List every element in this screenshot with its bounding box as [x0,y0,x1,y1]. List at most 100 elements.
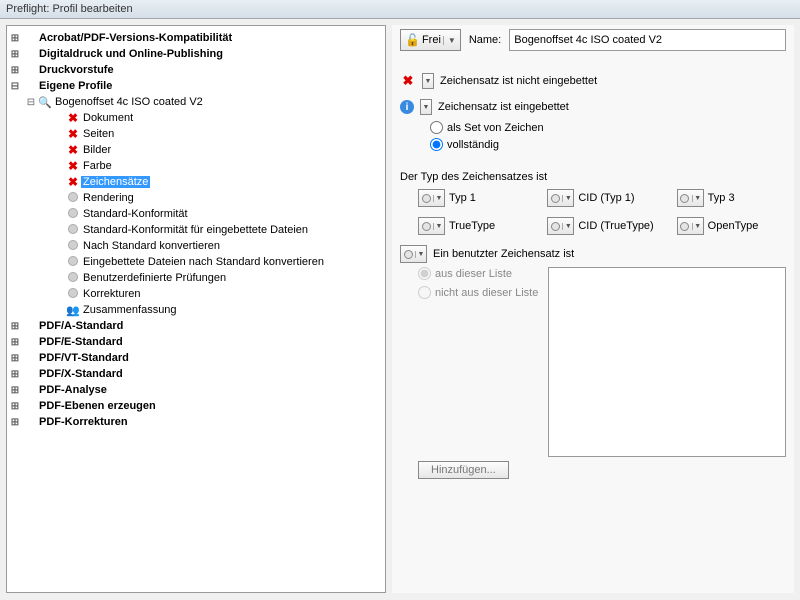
radio-subset-label: als Set von Zeichen [447,122,544,134]
tree-item-label: Seiten [81,128,116,140]
used-font-toggle[interactable]: ▼ [400,245,427,263]
error-icon: ✖ [68,111,78,125]
tree-item[interactable]: ⊞ PDF-Analyse [7,382,385,398]
idle-icon [68,192,78,202]
tree-item-label: Dokument [81,112,135,124]
expand-icon[interactable]: ⊟ [25,97,37,108]
profile-name-input[interactable] [509,29,786,51]
expand-icon[interactable]: ⊞ [9,33,21,44]
tree-item[interactable]: ⊞Acrobat/PDF-Versions-Kompatibilität [7,30,385,46]
name-field-label: Name: [469,34,501,46]
font-type-toggle[interactable]: ▼ [677,217,704,235]
font-type-toggle[interactable]: ▼ [547,217,574,235]
tree-item[interactable]: ✖Bilder [7,142,385,158]
tree-item-label: Zeichensätze [81,176,150,188]
font-list[interactable] [548,267,786,457]
tree-item[interactable]: ✖Zeichensätze [7,174,385,190]
tree-item[interactable]: Korrekturen [7,286,385,302]
tree-item[interactable]: Nach Standard konvertieren [7,238,385,254]
profile-tree[interactable]: ⊞Acrobat/PDF-Versions-Kompatibilität⊞Dig… [6,25,386,593]
tree-item[interactable]: ⊟Eigene Profile [7,78,385,94]
expand-icon[interactable]: ⊞ [9,401,21,412]
tree-item[interactable]: ✖Dokument [7,110,385,126]
radio-from-list-label: aus dieser Liste [435,268,512,280]
check-embedded-label: Zeichensatz ist eingebettet [438,101,569,113]
tree-item-label: Bilder [81,144,113,156]
expand-icon[interactable]: ⊞ [9,337,21,348]
font-type-label: CID (TrueType) [578,220,653,232]
tree-item-label: PDF/X-Standard [37,368,125,380]
tree-item[interactable]: ⊞PDF-Ebenen erzeugen [7,398,385,414]
tree-item-label: PDF/E-Standard [37,336,125,348]
tree-item-label: PDF-Korrekturen [37,416,130,428]
tree-item[interactable]: Standard-Konformität für eingebettete Da… [7,222,385,238]
font-type-label: CID (Typ 1) [578,192,634,204]
tree-item-label: Digitaldruck und Online-Publishing [37,48,225,60]
radio-not-from-list-label: nicht aus dieser Liste [435,287,538,299]
idle-icon [68,288,78,298]
expand-icon[interactable]: ⊞ [9,321,21,332]
expand-icon[interactable]: ⊞ [9,353,21,364]
tree-item[interactable]: ✖Farbe [7,158,385,174]
expand-icon[interactable]: ⊞ [9,369,21,380]
tree-item[interactable]: Rendering [7,190,385,206]
radio-from-list [418,267,431,280]
tree-item[interactable]: ⊞Druckvorstufe [7,62,385,78]
expand-icon[interactable]: ⊞ [9,417,21,428]
used-font-header: Ein benutzter Zeichensatz ist [433,248,574,260]
lock-dropdown[interactable]: 🔓 Frei ▼ [400,29,461,51]
chevron-down-icon: ▼ [443,36,456,45]
tree-item-label: Standard-Konformität [81,208,190,220]
font-type-label: TrueType [449,220,495,232]
font-type-toggle[interactable]: ▼ [677,189,704,207]
expand-icon[interactable]: ⊟ [9,81,21,92]
tree-item[interactable]: ⊞ PDF/E-Standard [7,334,385,350]
tree-item[interactable]: ⊞ PDF/X-Standard [7,366,385,382]
tree-item-label: Zusammenfassung [81,304,179,316]
font-type-toggle[interactable]: ▼ [547,189,574,207]
tree-item[interactable]: ⊞ Digitaldruck und Online-Publishing [7,46,385,62]
severity-dropdown[interactable]: ▼ [420,99,432,115]
tree-item[interactable]: 👥Zusammenfassung [7,302,385,318]
radio-subset[interactable] [430,121,443,134]
tree-item-label: PDF/A-Standard [37,320,125,332]
tree-item[interactable]: ✖Seiten [7,126,385,142]
tree-item[interactable]: ⊟🔍Bogenoffset 4c ISO coated V2 [7,94,385,110]
font-type-label: OpenType [708,220,759,232]
tree-item[interactable]: Standard-Konformität [7,206,385,222]
add-button[interactable]: Hinzufügen... [418,461,509,479]
idle-icon [68,208,78,218]
radio-not-from-list [418,286,431,299]
tree-item[interactable]: Eingebettete Dateien nach Standard konve… [7,254,385,270]
tree-item[interactable]: ⊞ PDF-Korrekturen [7,414,385,430]
expand-icon[interactable]: ⊞ [9,385,21,396]
expand-icon[interactable]: ⊞ [9,65,21,76]
error-icon: ✖ [68,143,78,157]
tree-item-label: PDF-Analyse [37,384,109,396]
font-type-toggle[interactable]: ▼ [418,189,445,207]
radio-full[interactable] [430,138,443,151]
summary-icon: 👥 [66,305,80,317]
tree-item[interactable]: Benutzerdefinierte Prüfungen [7,270,385,286]
tree-item-label: PDF/VT-Standard [37,352,131,364]
severity-dropdown[interactable]: ▼ [422,73,434,89]
error-icon: ✖ [68,159,78,173]
expand-icon[interactable]: ⊞ [9,49,21,60]
tree-item-label: Benutzerdefinierte Prüfungen [81,272,228,284]
tree-item[interactable]: ⊞ PDF/A-Standard [7,318,385,334]
radio-full-label: vollständig [447,139,499,151]
info-icon: i [400,100,414,114]
unlock-icon: 🔓 [405,33,420,47]
font-type-label: Typ 1 [449,192,476,204]
tree-item[interactable]: ⊞ PDF/VT-Standard [7,350,385,366]
check-not-embedded-label: Zeichensatz ist nicht eingebettet [440,75,597,87]
idle-icon [68,272,78,282]
lock-label: Frei [422,34,441,46]
font-type-toggle[interactable]: ▼ [418,217,445,235]
settings-panel: 🔓 Frei ▼ Name: ✖ ▼ Zeichensatz ist nicht… [392,25,794,593]
window-title: Preflight: Profil bearbeiten [0,0,800,19]
magnifier-icon: 🔍 [38,97,52,109]
idle-icon [68,224,78,234]
tree-item-label: Eingebettete Dateien nach Standard konve… [81,256,326,268]
error-icon: ✖ [68,175,78,189]
